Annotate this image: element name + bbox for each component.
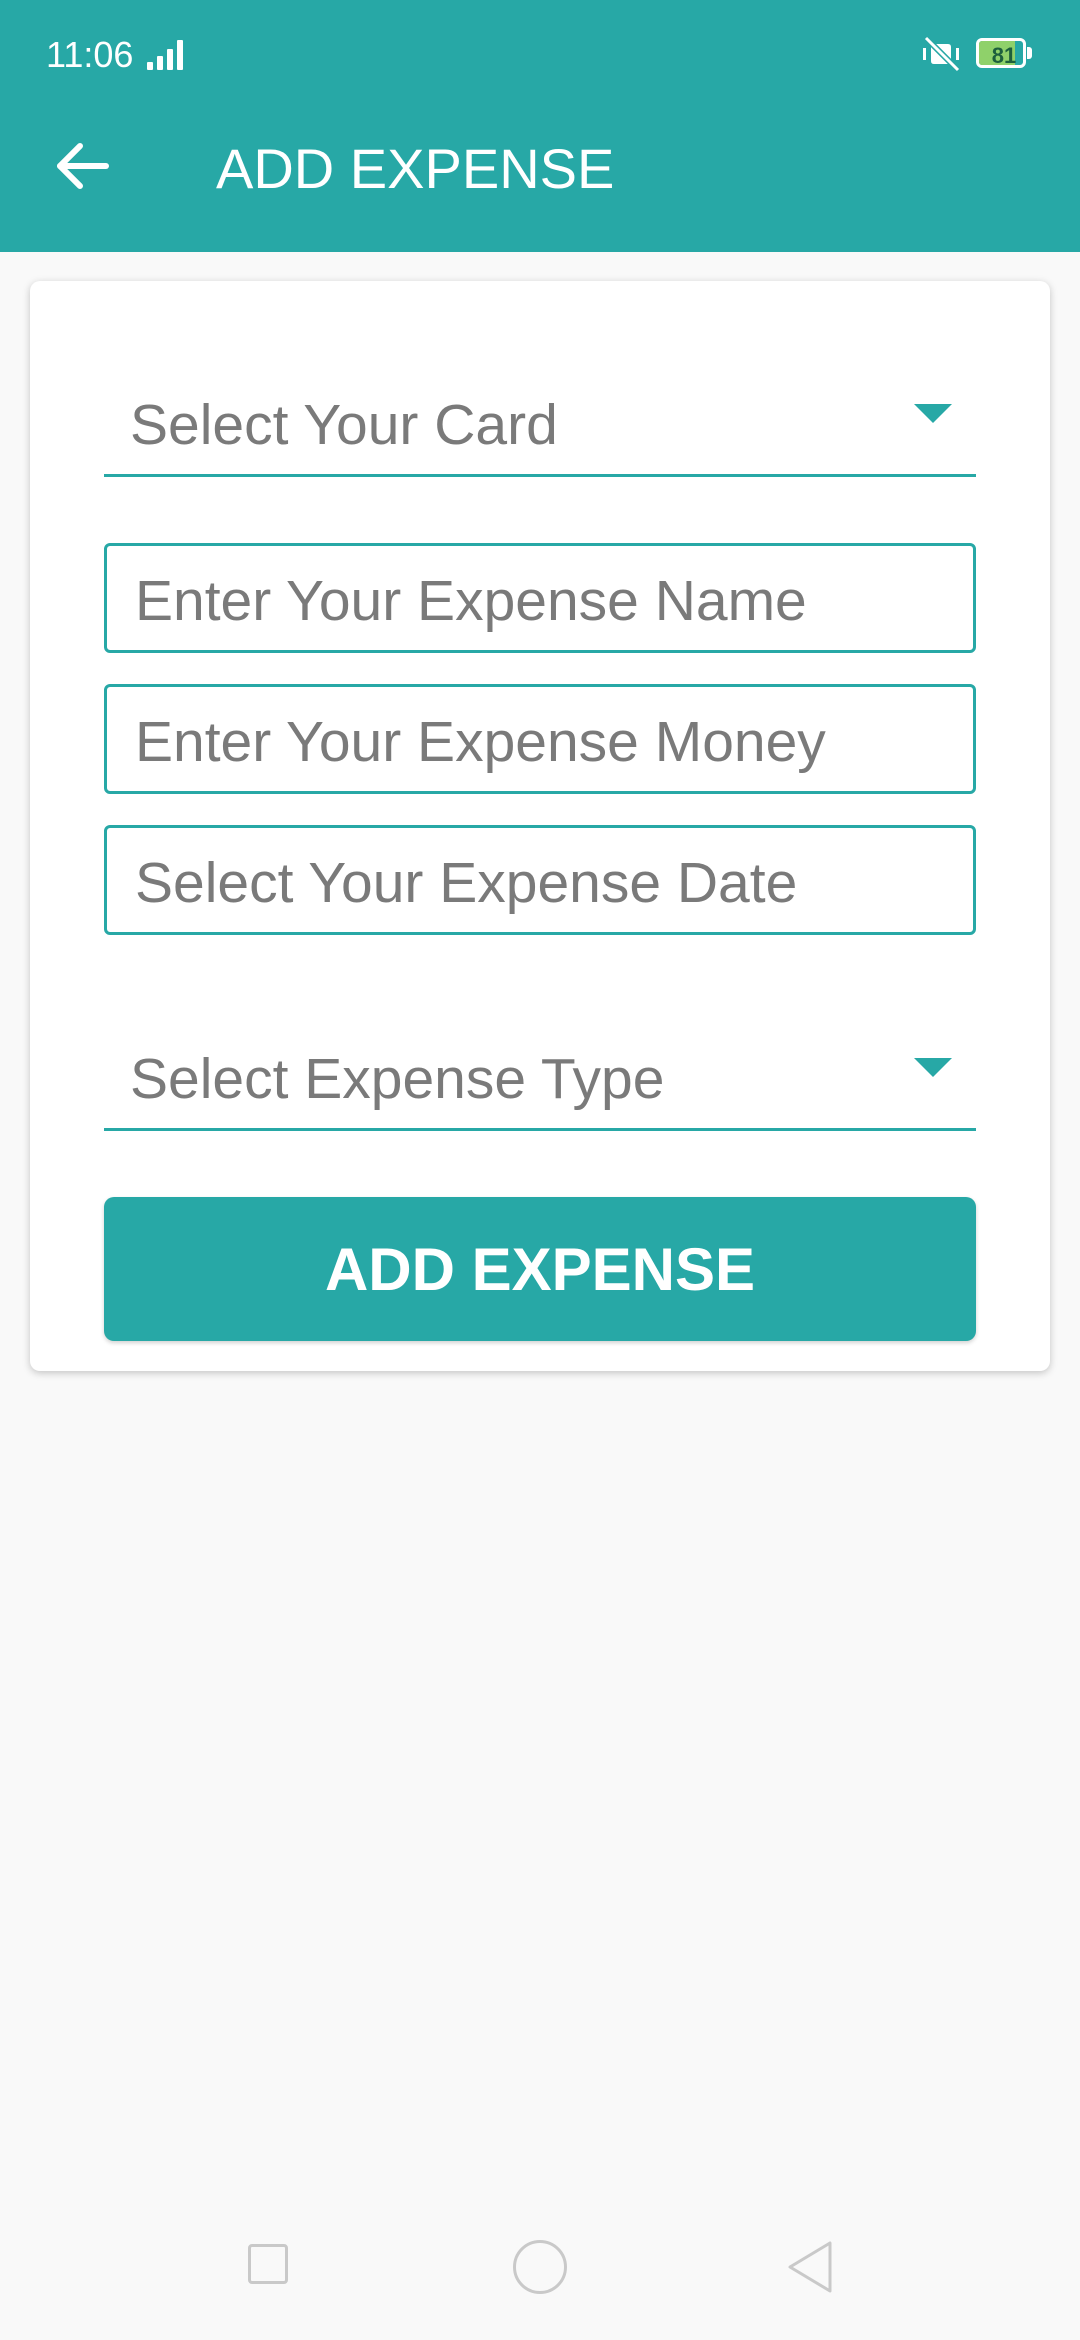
dropdown-caret-icon: [914, 1058, 952, 1077]
expense-form-card: Select Your Card Enter Your Expense Name…: [30, 281, 1050, 1371]
battery-level: 81: [991, 43, 1017, 68]
select-expense-type-label: Select Expense Type: [130, 1047, 665, 1111]
arrow-left-icon: [57, 143, 109, 189]
add-expense-button[interactable]: ADD EXPENSE: [104, 1197, 976, 1341]
expense-name-placeholder: Enter Your Expense Name: [135, 569, 807, 633]
expense-date-field[interactable]: Select Your Expense Date: [104, 825, 976, 935]
expense-date-placeholder: Select Your Expense Date: [135, 851, 798, 915]
battery-icon: 81: [976, 38, 1034, 70]
expense-money-placeholder: Enter Your Expense Money: [135, 710, 826, 774]
mute-vibrate-icon: [923, 36, 961, 72]
expense-name-field[interactable]: Enter Your Expense Name: [104, 543, 976, 653]
expense-money-field[interactable]: Enter Your Expense Money: [104, 684, 976, 794]
signal-icon: [147, 40, 183, 70]
status-time: 11:06: [46, 34, 134, 75]
recents-icon[interactable]: [248, 2244, 288, 2284]
select-card-dropdown[interactable]: Select Your Card: [104, 370, 976, 477]
back-icon[interactable]: [786, 2240, 834, 2294]
select-expense-type-dropdown[interactable]: Select Expense Type: [104, 1024, 976, 1131]
dropdown-caret-icon: [914, 404, 952, 423]
back-button[interactable]: [46, 130, 118, 202]
page-title: ADD EXPENSE: [216, 137, 615, 200]
select-card-label: Select Your Card: [130, 393, 558, 457]
system-nav-bar: [0, 2220, 1080, 2320]
app-bar: 11:06 81 ADD EXPENSE: [0, 0, 1080, 252]
home-icon[interactable]: [513, 2240, 567, 2294]
